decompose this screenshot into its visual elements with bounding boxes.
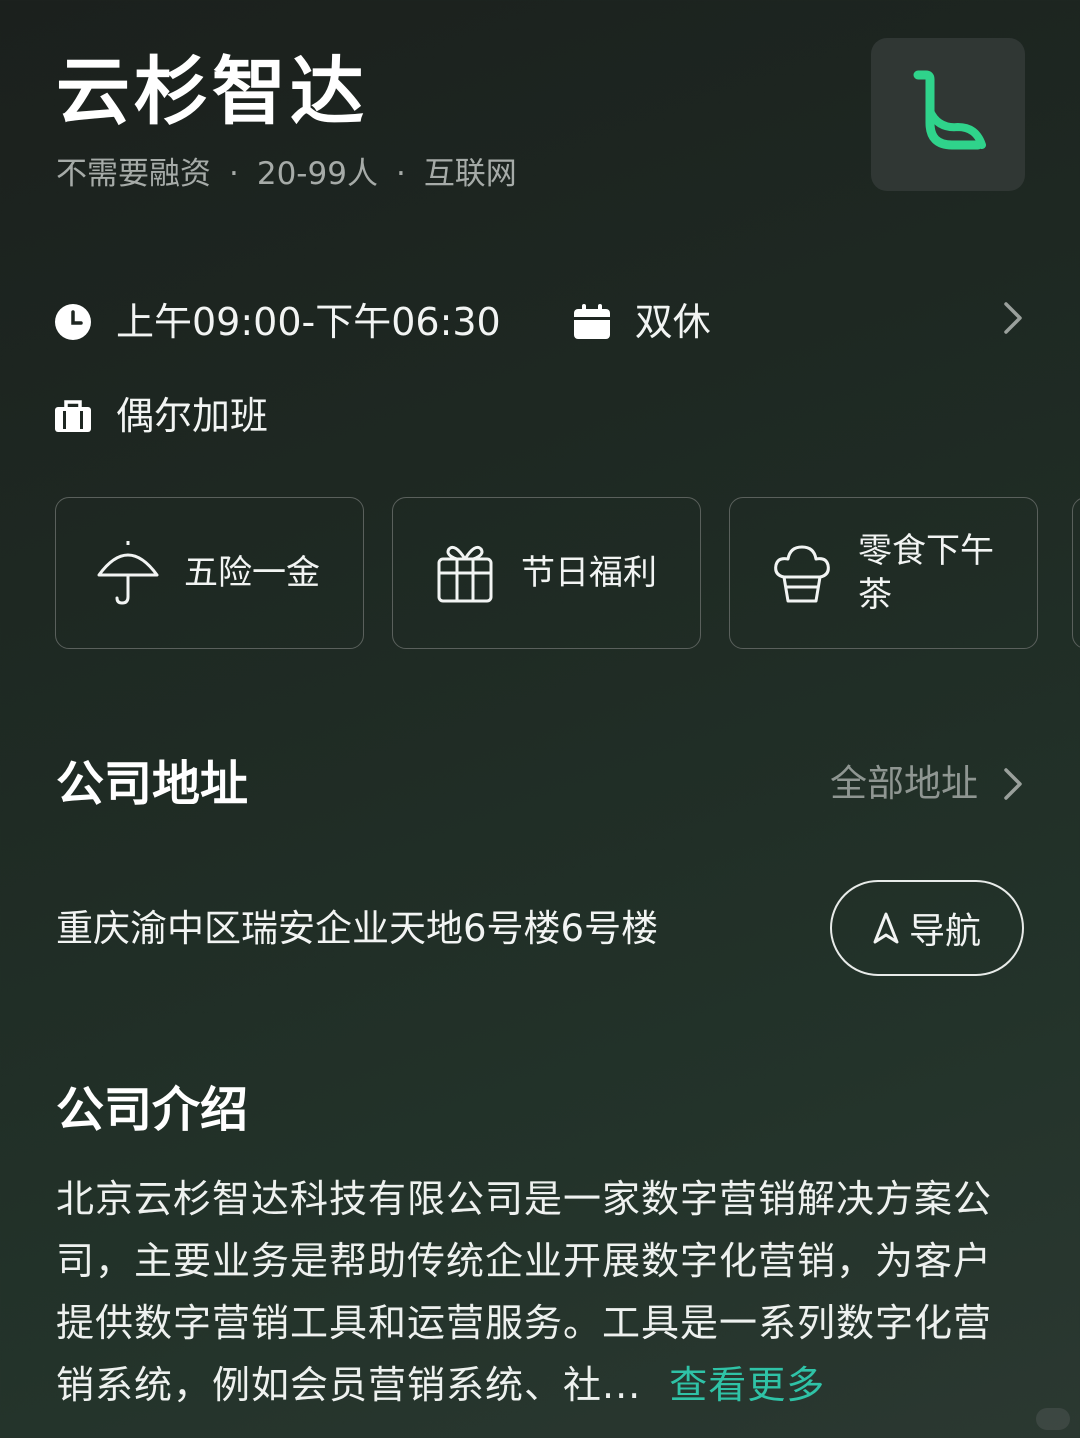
chevron-right-icon — [1002, 296, 1024, 348]
benefits-list: 五险一金 节日福利 零食下午茶 — [55, 497, 1038, 649]
cupcake-icon — [770, 541, 834, 605]
briefcase-icon — [54, 397, 92, 435]
clock-icon — [54, 303, 92, 341]
company-meta: 不需要融资 · 20-99人 · 互联网 — [56, 152, 517, 196]
industry: 互联网 — [423, 156, 517, 192]
benefit-label: 零食下午茶 — [858, 531, 994, 615]
all-addresses-label: 全部地址 — [830, 762, 978, 805]
benefit-label: 五险一金 — [184, 553, 320, 593]
overtime-text: 偶尔加班 — [116, 394, 269, 438]
benefit-card[interactable]: 五险一金 — [55, 497, 364, 649]
umbrella-icon — [96, 541, 160, 605]
calendar-icon — [573, 303, 611, 341]
benefit-card[interactable]: 零食下午茶 — [729, 497, 1038, 649]
separator: · — [229, 156, 239, 192]
company-logo[interactable] — [871, 38, 1025, 191]
benefit-card[interactable]: 节日福利 — [392, 497, 701, 649]
company-intro: 北京云杉智达科技有限公司是一家数字营销解决方案公司，主要业务是帮助传统企业开展数… — [56, 1168, 1016, 1416]
leaf-l-logo-icon — [913, 70, 986, 149]
separator: · — [395, 156, 406, 192]
intro-section-title: 公司介绍 — [56, 1082, 249, 1138]
chevron-right-icon — [1002, 767, 1024, 801]
gift-icon — [433, 541, 497, 605]
company-address: 重庆渝中区瑞安企业天地6号楼6号楼 — [56, 907, 659, 950]
intro-text: 北京云杉智达科技有限公司是一家数字营销解决方案公司，主要业务是帮助传统企业开展数… — [56, 1177, 993, 1407]
work-hours: 上午09:00-下午06:30 — [116, 300, 501, 344]
see-more-link[interactable]: 查看更多 — [669, 1363, 825, 1407]
benefit-label: 节日福利 — [521, 553, 657, 593]
company-size: 20-99人 — [256, 156, 378, 192]
watermark-badge — [1036, 1408, 1070, 1430]
rest-policy: 双休 — [634, 300, 711, 344]
all-addresses-link[interactable]: 全部地址 — [830, 758, 1024, 810]
overtime-row: 偶尔加班 — [54, 390, 268, 442]
navigation-arrow-icon — [873, 912, 899, 944]
address-section-title: 公司地址 — [56, 756, 249, 812]
funding-stage: 不需要融资 — [56, 156, 211, 192]
work-schedule-row[interactable]: 上午09:00-下午06:30 双休 — [54, 296, 1024, 348]
navigate-button[interactable]: 导航 — [830, 880, 1024, 976]
navigate-label: 导航 — [908, 911, 981, 952]
benefit-card-peek[interactable] — [1072, 497, 1080, 649]
company-name: 云杉智达 — [56, 49, 368, 135]
